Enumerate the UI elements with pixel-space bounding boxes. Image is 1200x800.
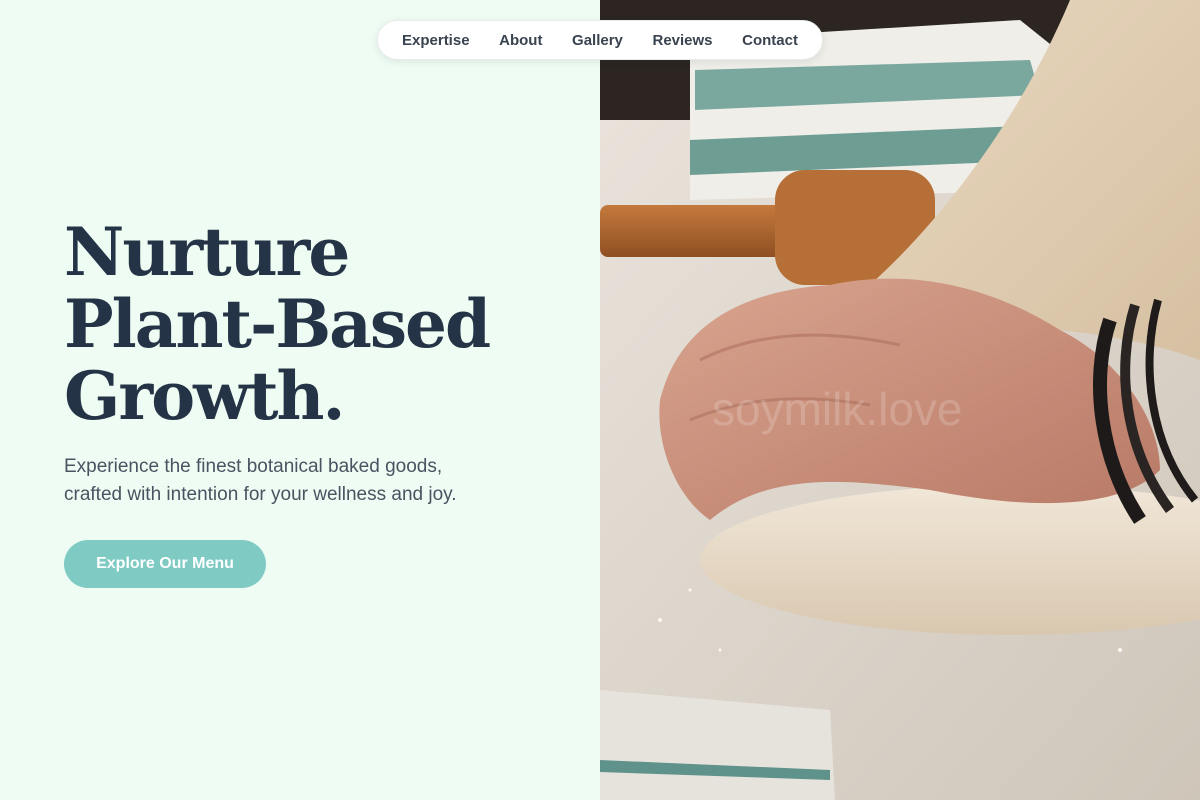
hero-title-line: Nurture — [64, 213, 350, 291]
hero-title-line: Growth. — [64, 357, 345, 435]
hero-subtitle-line: crafted with intention for your wellness… — [64, 484, 457, 505]
hero-title: Nurture Plant-Based Growth. — [64, 216, 584, 432]
hero-subtitle-line: Experience the finest botanical baked go… — [64, 456, 443, 477]
hero-subtitle: Experience the finest botanical baked go… — [64, 453, 544, 509]
hero-image: soymilk.love — [600, 0, 1200, 800]
top-navigation: Expertise About Gallery Reviews Contact — [377, 20, 823, 60]
explore-menu-button[interactable]: Explore Our Menu — [64, 540, 266, 588]
rolling-pin — [600, 205, 790, 257]
dough-kneading-photo: soymilk.love — [600, 0, 1200, 800]
nav-link-reviews[interactable]: Reviews — [652, 32, 712, 49]
watermark: soymilk.love — [712, 383, 963, 435]
nav-link-gallery[interactable]: Gallery — [572, 32, 623, 49]
nav-link-about[interactable]: About — [499, 32, 542, 49]
nav-link-contact[interactable]: Contact — [742, 32, 798, 49]
nav-link-expertise[interactable]: Expertise — [402, 32, 470, 49]
hero-title-line: Plant-Based — [64, 285, 491, 363]
